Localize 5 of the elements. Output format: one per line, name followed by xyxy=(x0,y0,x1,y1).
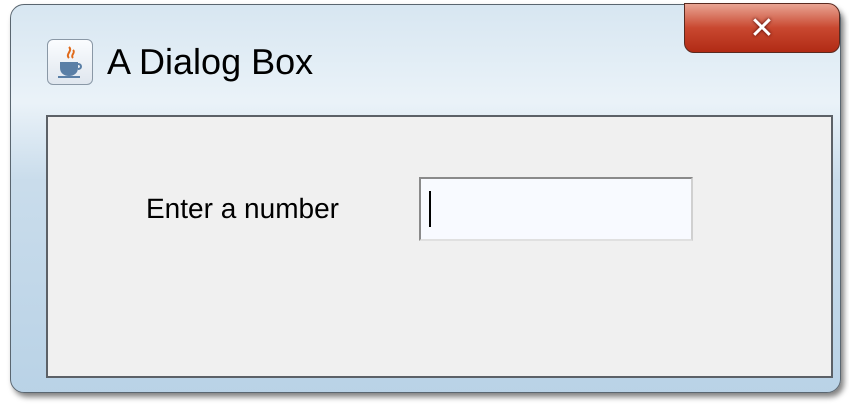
input-field[interactable] xyxy=(419,177,693,241)
app-icon xyxy=(47,39,93,85)
field-label: Enter a number xyxy=(146,192,339,226)
close-button[interactable]: ✕ xyxy=(684,3,840,53)
window-title: A Dialog Box xyxy=(107,41,314,83)
